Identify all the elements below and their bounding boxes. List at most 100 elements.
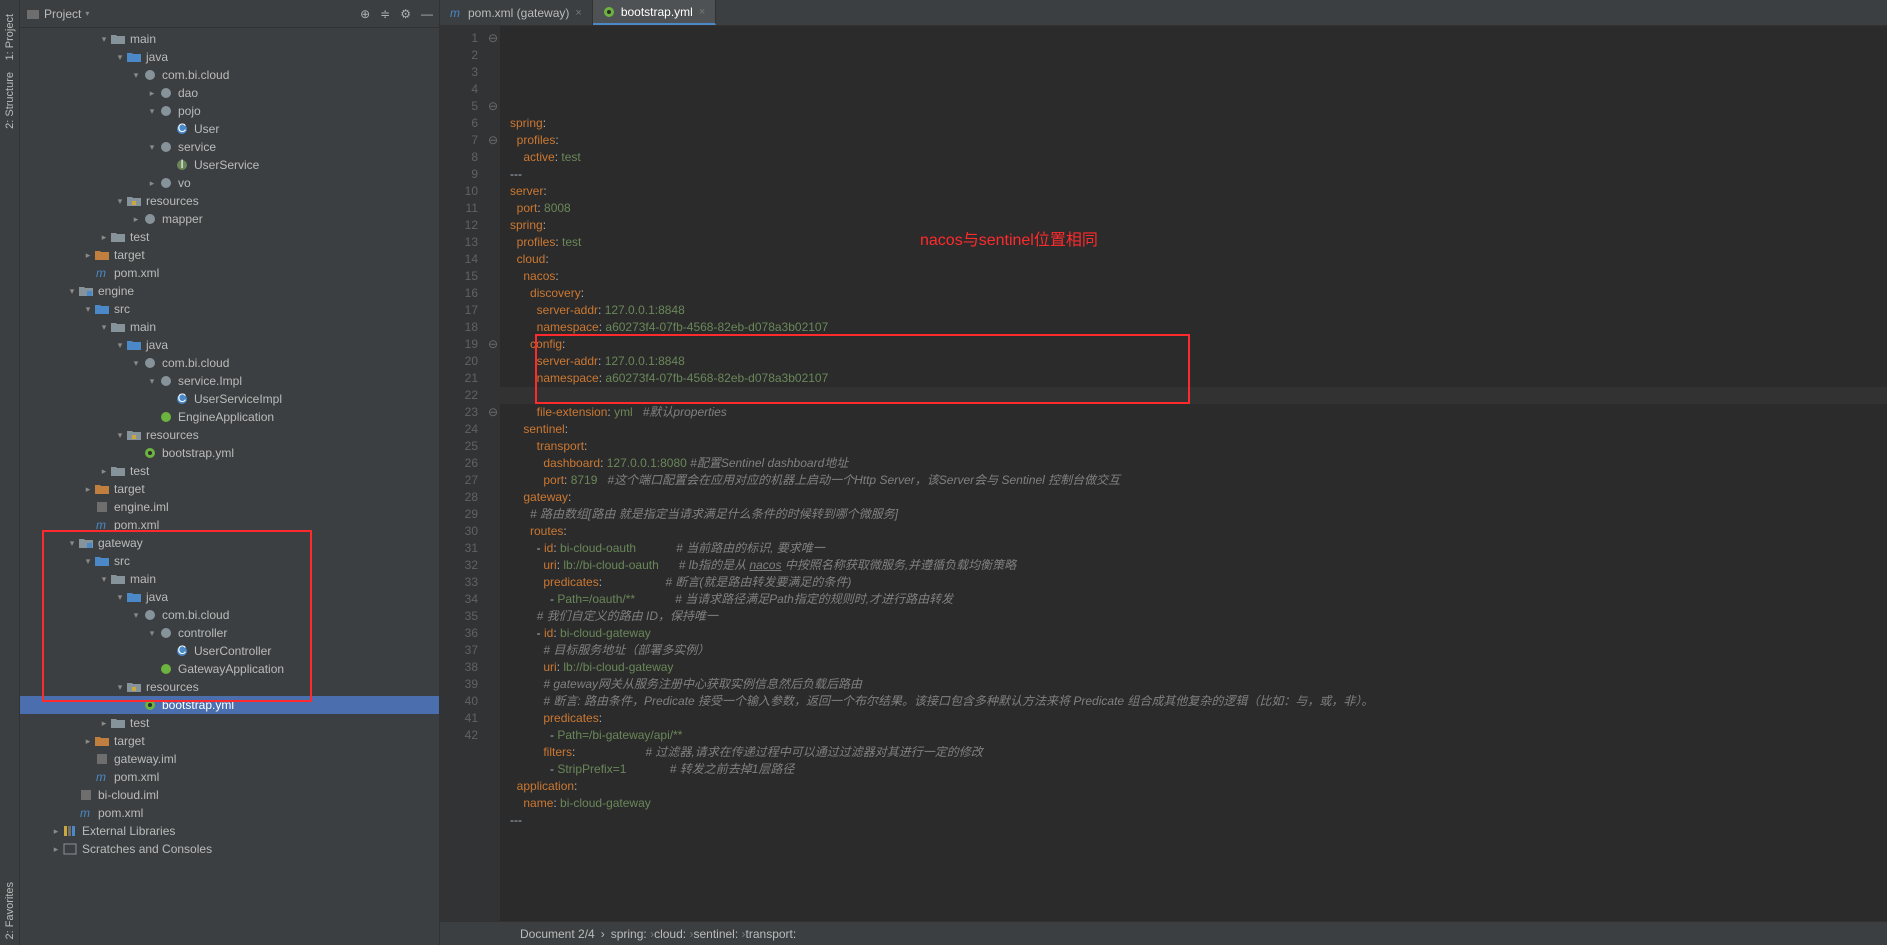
tree-node[interactable]: GatewayApplication — [20, 660, 439, 678]
code-line[interactable]: profiles: — [510, 132, 1887, 149]
expand-arrow-icon[interactable]: ▸ — [82, 736, 94, 747]
expand-arrow-icon[interactable]: ▸ — [82, 484, 94, 495]
breadcrumb-item[interactable]: spring: — [611, 927, 654, 941]
code-line[interactable]: - id: bi-cloud-gateway — [510, 625, 1887, 642]
fold-gutter[interactable]: ⊖ ⊖ ⊖ ⊖ ⊖ — [486, 26, 500, 921]
code-line[interactable]: gateway: — [510, 489, 1887, 506]
tree-node[interactable]: ▾gateway — [20, 534, 439, 552]
tree-node[interactable]: ▾resources — [20, 426, 439, 444]
settings-gear-icon[interactable]: ⚙ — [400, 7, 411, 21]
tree-node[interactable]: IUserService — [20, 156, 439, 174]
project-tool-tab[interactable]: 1: Project — [2, 8, 18, 66]
tree-node[interactable]: ▾src — [20, 300, 439, 318]
structure-tool-tab[interactable]: 2: Structure — [2, 66, 18, 135]
expand-arrow-icon[interactable]: ▾ — [146, 106, 158, 117]
tree-node[interactable]: ▾service — [20, 138, 439, 156]
code-line[interactable]: uri: lb://bi-cloud-gateway — [510, 659, 1887, 676]
expand-arrow-icon[interactable]: ▸ — [50, 844, 62, 855]
code-line[interactable]: discovery: — [510, 285, 1887, 302]
code-line[interactable]: uri: lb://bi-cloud-oauth # lb指的是从 nacos … — [510, 557, 1887, 574]
code-line[interactable]: # 目标服务地址（部署多实例） — [510, 642, 1887, 659]
expand-arrow-icon[interactable]: ▾ — [146, 628, 158, 639]
code-line[interactable]: # 断言: 路由条件，Predicate 接受一个输入参数，返回一个布尔结果。该… — [510, 693, 1887, 710]
expand-arrow-icon[interactable]: ▾ — [114, 340, 126, 351]
tree-node[interactable]: CUser — [20, 120, 439, 138]
favorites-tool-tab[interactable]: 2: Favorites — [2, 876, 18, 945]
expand-arrow-icon[interactable]: ▾ — [130, 70, 142, 81]
code-line[interactable]: spring: — [510, 115, 1887, 132]
tree-node[interactable]: ▸mapper — [20, 210, 439, 228]
tree-node[interactable]: ▾pojo — [20, 102, 439, 120]
code-line[interactable]: namespace: a60273f4-07fb-4568-82eb-d078a… — [510, 370, 1887, 387]
expand-arrow-icon[interactable]: ▾ — [82, 556, 94, 567]
code-line[interactable]: profiles: test — [510, 234, 1887, 251]
expand-arrow-icon[interactable]: ▸ — [130, 214, 142, 225]
collapse-icon[interactable]: ≑ — [380, 7, 390, 21]
expand-arrow-icon[interactable]: ▸ — [146, 178, 158, 189]
tree-node[interactable]: ▾resources — [20, 192, 439, 210]
code-editor[interactable]: nacos与sentinel位置相同 spring: profiles: act… — [500, 26, 1887, 921]
code-line[interactable]: --- — [510, 812, 1887, 829]
tree-node[interactable]: ▸test — [20, 228, 439, 246]
line-gutter[interactable]: 1234567891011121314151617181920212223242… — [440, 26, 486, 921]
code-line[interactable]: port: 8008 — [510, 200, 1887, 217]
tree-node[interactable]: ▾com.bi.cloud — [20, 606, 439, 624]
close-icon[interactable]: × — [575, 7, 581, 19]
tree-node[interactable]: CUserServiceImpl — [20, 390, 439, 408]
expand-arrow-icon[interactable]: ▾ — [130, 610, 142, 621]
tree-node[interactable]: ▸vo — [20, 174, 439, 192]
tree-node[interactable]: ▾service.Impl — [20, 372, 439, 390]
code-line[interactable]: server-addr: 127.0.0.1:8848 — [510, 302, 1887, 319]
code-line[interactable]: - id: bi-cloud-oauth # 当前路由的标识, 要求唯一 — [510, 540, 1887, 557]
code-line[interactable]: --- — [510, 166, 1887, 183]
editor-tab[interactable]: mpom.xml (gateway)× — [440, 0, 593, 25]
tree-node[interactable]: ▾main — [20, 30, 439, 48]
expand-arrow-icon[interactable]: ▾ — [114, 592, 126, 603]
code-line[interactable]: application: — [510, 778, 1887, 795]
expand-arrow-icon[interactable]: ▸ — [98, 718, 110, 729]
tree-node[interactable]: ▾controller — [20, 624, 439, 642]
breadcrumb-item[interactable]: cloud: — [654, 927, 693, 941]
expand-arrow-icon[interactable]: ▸ — [98, 466, 110, 477]
tree-node[interactable]: ▸test — [20, 714, 439, 732]
tree-node[interactable]: ▾main — [20, 318, 439, 336]
tree-node[interactable]: ▾java — [20, 336, 439, 354]
expand-arrow-icon[interactable]: ▸ — [82, 250, 94, 261]
code-line[interactable]: server: — [510, 183, 1887, 200]
tree-node[interactable]: mpom.xml — [20, 768, 439, 786]
tree-node[interactable]: ▾engine — [20, 282, 439, 300]
expand-arrow-icon[interactable]: ▾ — [114, 196, 126, 207]
expand-arrow-icon[interactable]: ▾ — [146, 142, 158, 153]
breadcrumb-item[interactable]: sentinel: — [693, 927, 745, 941]
tree-node[interactable]: ▾java — [20, 588, 439, 606]
hide-icon[interactable]: — — [421, 7, 433, 21]
code-line[interactable]: nacos: — [510, 268, 1887, 285]
tree-node[interactable]: ▾com.bi.cloud — [20, 354, 439, 372]
expand-arrow-icon[interactable]: ▾ — [114, 430, 126, 441]
tree-node[interactable]: bootstrap.yml — [20, 696, 439, 714]
code-line[interactable]: server-addr: 127.0.0.1:8848 — [510, 353, 1887, 370]
expand-arrow-icon[interactable]: ▾ — [98, 574, 110, 585]
breadcrumb-item[interactable]: transport: — [746, 927, 797, 941]
code-line[interactable]: spring: — [510, 217, 1887, 234]
tree-node[interactable]: bootstrap.yml — [20, 444, 439, 462]
expand-arrow-icon[interactable]: ▾ — [98, 322, 110, 333]
code-line[interactable]: dashboard: 127.0.0.1:8080 #配置Sentinel da… — [510, 455, 1887, 472]
expand-arrow-icon[interactable]: ▾ — [66, 286, 78, 297]
tree-node[interactable]: ▸test — [20, 462, 439, 480]
tree-node[interactable]: ▸target — [20, 732, 439, 750]
code-line[interactable]: namespace: a60273f4-07fb-4568-82eb-d078a… — [510, 319, 1887, 336]
breadcrumb[interactable]: spring:cloud:sentinel:transport: — [611, 927, 797, 941]
tree-node[interactable]: ▸External Libraries — [20, 822, 439, 840]
code-line[interactable]: # 路由数组[路由 就是指定当请求满足什么条件的时候转到哪个微服务] — [510, 506, 1887, 523]
tree-node[interactable]: CUserController — [20, 642, 439, 660]
code-line[interactable]: transport: — [510, 438, 1887, 455]
tree-node[interactable]: ▸Scratches and Consoles — [20, 840, 439, 858]
expand-arrow-icon[interactable]: ▸ — [146, 88, 158, 99]
tree-node[interactable]: ▸target — [20, 480, 439, 498]
expand-arrow-icon[interactable]: ▾ — [98, 34, 110, 45]
code-line[interactable]: file-extension: yml #默认properties — [510, 404, 1887, 421]
code-line[interactable]: # 我们自定义的路由 ID，保持唯一 — [510, 608, 1887, 625]
tree-node[interactable]: ▾src — [20, 552, 439, 570]
code-line[interactable]: name: bi-cloud-gateway — [510, 795, 1887, 812]
